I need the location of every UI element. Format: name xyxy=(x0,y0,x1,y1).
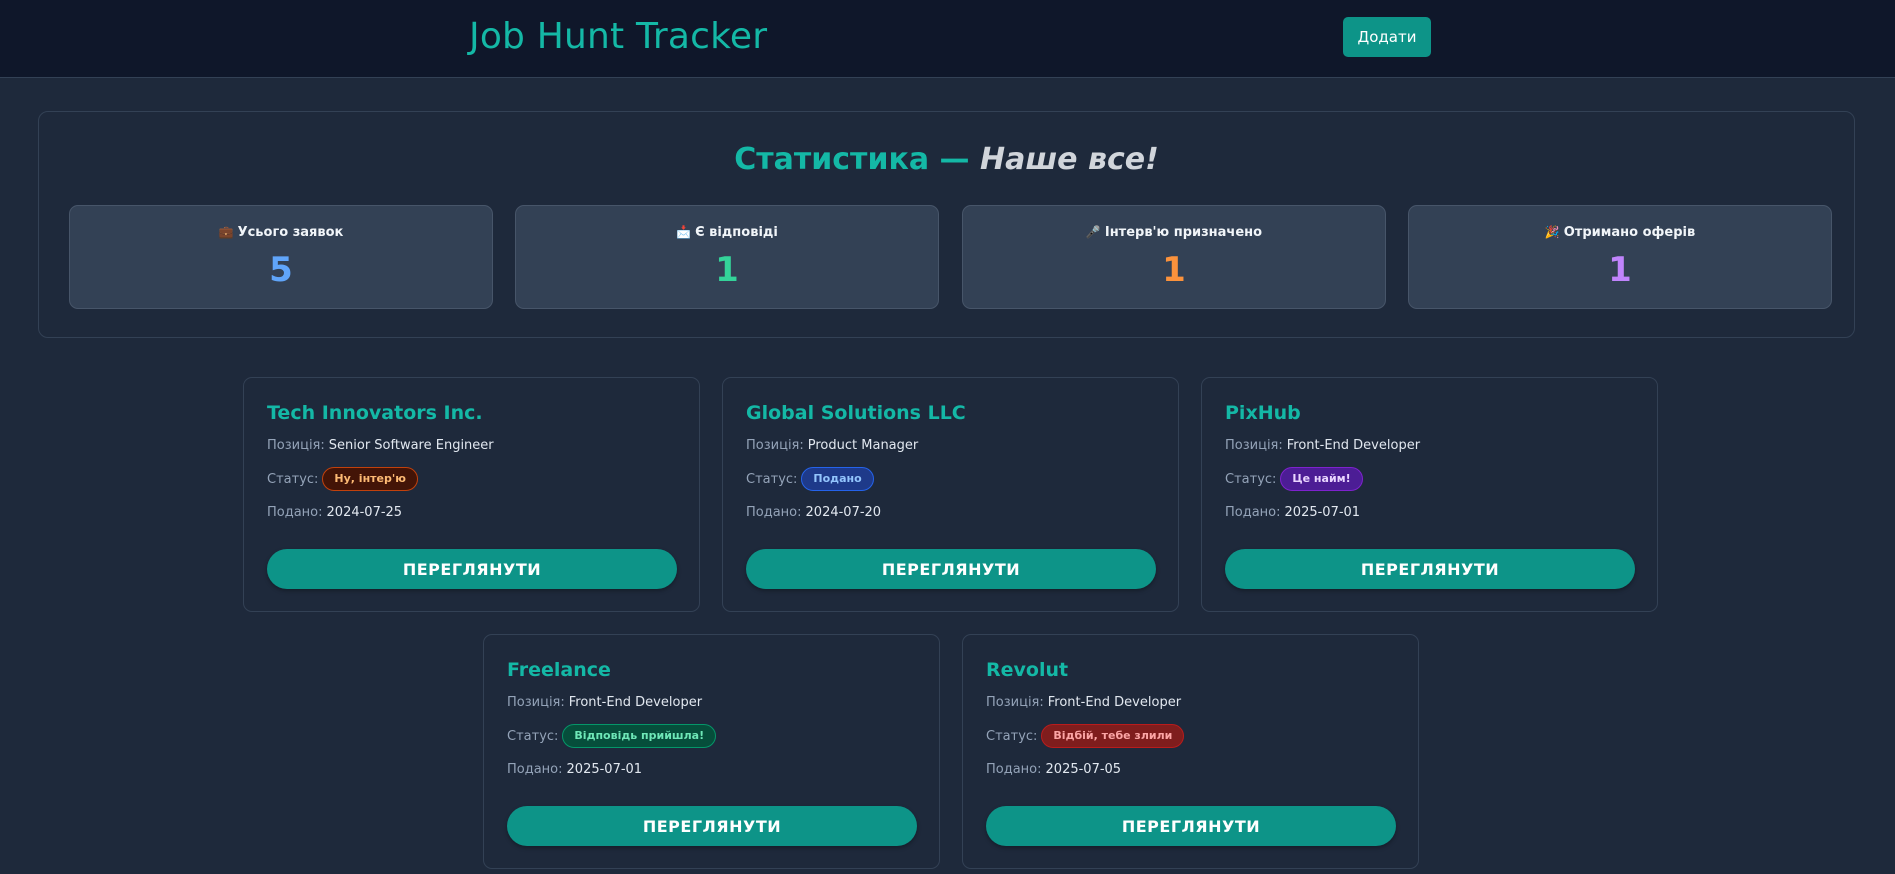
status-badge: Відповідь прийшла! xyxy=(562,724,717,748)
applied-date: 2024-07-20 xyxy=(805,505,882,520)
company-name: Tech Innovators Inc. xyxy=(267,402,483,424)
job-card: Freelance Позиція: Front-End Developer Стат… xyxy=(483,634,940,869)
stat-value: 5 xyxy=(269,250,293,290)
status-row: Статус: Відбій, тебе злили xyxy=(986,724,1185,748)
job-card: Global Solutions LLC Позиція: Product Mana… xyxy=(722,377,1179,612)
position-value: Front-End Developer xyxy=(1286,438,1421,453)
applied-row: Подано: 2025-07-05 xyxy=(986,762,1122,777)
stat-label: 🎤 Інтерв'ю призначено xyxy=(1085,225,1263,240)
applied-row: Подано: 2025-07-01 xyxy=(507,762,643,777)
briefcase-icon: 💼 xyxy=(218,225,234,239)
stat-card: 💼 Усього заявок 5 xyxy=(69,205,493,309)
job-card: Tech Innovators Inc. Позиція: Senior Softw… xyxy=(243,377,700,612)
position-row: Позиція: Front-End Developer xyxy=(986,695,1182,710)
company-name: Freelance xyxy=(507,659,611,681)
applied-date: 2025-07-01 xyxy=(1284,505,1361,520)
stat-label: 📩 Є відповіді xyxy=(676,225,778,240)
position-value: Senior Software Engineer xyxy=(328,438,494,453)
view-button[interactable]: ПЕРЕГЛЯНУТИ xyxy=(507,806,917,846)
position-value: Front-End Developer xyxy=(568,695,703,710)
stats-title: Статистика — Наше все! xyxy=(734,142,1159,177)
position-row: Позиція: Front-End Developer xyxy=(507,695,703,710)
company-name: PixHub xyxy=(1225,402,1301,424)
status-row: Статус: Подано xyxy=(746,467,874,491)
applied-date: 2024-07-25 xyxy=(326,505,403,520)
stat-card: 📩 Є відповіді 1 xyxy=(515,205,939,309)
status-badge: Це найм! xyxy=(1280,467,1363,491)
stat-value: 1 xyxy=(1608,250,1632,290)
company-name: Global Solutions LLC xyxy=(746,402,966,424)
position-row: Позиція: Front-End Developer xyxy=(1225,438,1421,453)
applied-row: Подано: 2024-07-25 xyxy=(267,505,403,520)
view-button[interactable]: ПЕРЕГЛЯНУТИ xyxy=(746,549,1156,589)
position-row: Позиція: Product Manager xyxy=(746,438,919,453)
party-popper-icon: 🎉 xyxy=(1544,225,1560,239)
position-row: Позиція: Senior Software Engineer xyxy=(267,438,494,453)
position-value: Product Manager xyxy=(807,438,919,453)
position-value: Front-End Developer xyxy=(1047,695,1182,710)
app-header: Job Hunt Tracker Додати xyxy=(0,0,1895,78)
company-name: Revolut xyxy=(986,659,1069,681)
stat-value: 1 xyxy=(715,250,739,290)
inbox-icon: 📩 xyxy=(676,225,692,239)
view-button[interactable]: ПЕРЕГЛЯНУТИ xyxy=(986,806,1396,846)
view-button[interactable]: ПЕРЕГЛЯНУТИ xyxy=(267,549,677,589)
status-row: Статус: Ну, інтер'ю xyxy=(267,467,418,491)
stat-label: 🎉 Отримано оферів xyxy=(1544,225,1696,240)
applied-row: Подано: 2024-07-20 xyxy=(746,505,882,520)
stats-panel: Статистика — Наше все! 💼 Усього заявок 5 📩 Є… xyxy=(38,111,1855,338)
add-button[interactable]: Додати xyxy=(1343,17,1431,57)
status-row: Статус: Відповідь прийшла! xyxy=(507,724,717,748)
status-badge: Ну, інтер'ю xyxy=(322,467,418,491)
status-badge: Подано xyxy=(801,467,874,491)
app-title: Job Hunt Tracker xyxy=(469,16,768,57)
stat-card: 🎉 Отримано оферів 1 xyxy=(1408,205,1832,309)
status-row: Статус: Це найм! xyxy=(1225,467,1363,491)
status-badge: Відбій, тебе злили xyxy=(1041,724,1185,748)
view-button[interactable]: ПЕРЕГЛЯНУТИ xyxy=(1225,549,1635,589)
microphone-icon: 🎤 xyxy=(1085,225,1101,239)
stat-card: 🎤 Інтерв'ю призначено 1 xyxy=(962,205,1386,309)
job-card: PixHub Позиція: Front-End Developer Статус:… xyxy=(1201,377,1658,612)
job-card: Revolut Позиція: Front-End Developer Статус… xyxy=(962,634,1419,869)
applied-date: 2025-07-01 xyxy=(566,762,643,777)
stat-label: 💼 Усього заявок xyxy=(218,225,344,240)
applied-row: Подано: 2025-07-01 xyxy=(1225,505,1361,520)
applied-date: 2025-07-05 xyxy=(1045,762,1122,777)
stat-value: 1 xyxy=(1162,250,1186,290)
